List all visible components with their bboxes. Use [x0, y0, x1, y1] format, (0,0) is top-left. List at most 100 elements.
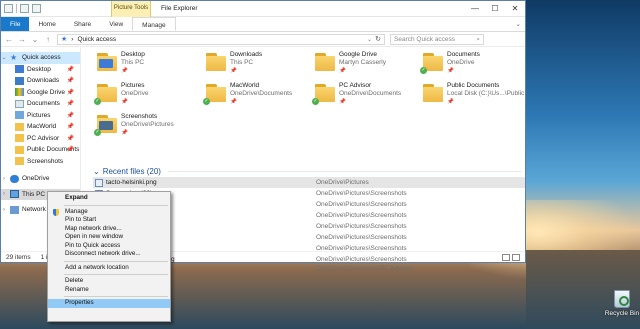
- forward-arrow-icon[interactable]: →: [18, 35, 26, 44]
- quick-item-pc-advisor[interactable]: ✓ PC Advisor OneDrive\Documents 📌: [312, 82, 419, 112]
- menu-item-label: Manage: [65, 207, 88, 215]
- expand-arrow-icon[interactable]: ›: [1, 207, 7, 213]
- nav-item-downloads[interactable]: Downloads 📌: [1, 75, 80, 87]
- menu-item-map-network-drive[interactable]: Map network drive...: [48, 225, 170, 234]
- recent-locations-icon[interactable]: ⌄: [31, 35, 39, 44]
- file-name: tacto-helsinki.png: [106, 179, 157, 186]
- pin-icon: 📌: [66, 78, 74, 85]
- nav-item-desktop[interactable]: Desktop 📌: [1, 64, 80, 76]
- maximize-button[interactable]: ☐: [485, 1, 505, 17]
- menu-item-expand[interactable]: Expand: [48, 194, 170, 203]
- address-field[interactable]: ★ › Quick access ⌄ ↻: [57, 33, 385, 45]
- quick-item-location: Local Disk (C:)\Us...\Public: [447, 90, 525, 97]
- tab-home[interactable]: Home: [29, 17, 64, 31]
- sync-check-icon: ✓: [420, 67, 427, 74]
- pin-icon: 📌: [66, 89, 74, 96]
- collapse-arrow-icon[interactable]: ⌄: [1, 54, 7, 61]
- menu-item-properties[interactable]: Properties: [48, 299, 170, 308]
- nav-onedrive[interactable]: › OneDrive: [1, 173, 80, 185]
- customize-toolbar-icon[interactable]: [32, 4, 41, 13]
- menu-separator: [64, 260, 168, 262]
- properties-icon[interactable]: [4, 4, 13, 13]
- quick-item-location: OneDrive\Documents: [339, 90, 402, 97]
- nav-onedrive-label: OneDrive: [22, 175, 50, 183]
- quick-item-macworld[interactable]: ✓ MacWorld OneDrive\Documents 📌: [203, 82, 310, 112]
- nav-item-pictures[interactable]: Pictures 📌: [1, 110, 80, 122]
- nav-item-screenshots[interactable]: Screenshots: [1, 156, 80, 168]
- pin-icon: 📌: [66, 66, 74, 73]
- menu-item-manage[interactable]: Manage: [48, 208, 170, 217]
- expand-ribbon-button[interactable]: ⌄: [512, 17, 525, 31]
- folder-icon: [15, 122, 24, 131]
- breadcrumb-quick-access[interactable]: Quick access: [77, 36, 116, 43]
- quick-access-star-icon: ★: [61, 36, 68, 43]
- downloads-folder-icon: [15, 76, 24, 85]
- quick-item-pictures[interactable]: ✓ Pictures OneDrive 📌: [94, 82, 201, 112]
- quick-item-desktop[interactable]: Desktop This PC 📌: [97, 51, 201, 81]
- quick-item-screenshots[interactable]: ✓ Screenshots OneDrive\Pictures 📌: [94, 113, 201, 143]
- search-icon: ⌕: [476, 35, 480, 43]
- up-arrow-icon[interactable]: ↑: [44, 35, 52, 44]
- tab-manage[interactable]: Manage: [132, 17, 176, 31]
- nav-quick-access[interactable]: ⌄ ★ Quick access: [1, 52, 80, 64]
- menu-item-open-new-window[interactable]: Open in new window: [48, 233, 170, 242]
- context-menu: Expand Manage Pin to Start Map network d…: [47, 191, 171, 322]
- details-view-icon[interactable]: [502, 254, 510, 261]
- tab-file[interactable]: File: [1, 17, 30, 31]
- nav-item-label: PC Advisor: [27, 134, 60, 142]
- quick-item-name: Documents: [447, 51, 480, 58]
- large-icons-view-icon[interactable]: [512, 254, 520, 261]
- nav-item-label: Screenshots: [27, 157, 64, 165]
- quick-item-documents[interactable]: ✓ Documents OneDrive 📌: [420, 51, 527, 81]
- back-arrow-icon[interactable]: ←: [5, 35, 13, 44]
- nav-quick-access-label: Quick access: [22, 54, 61, 62]
- close-button[interactable]: ✕: [505, 1, 525, 17]
- recycle-bin-shortcut[interactable]: Recycle Bin: [604, 290, 640, 317]
- expand-arrow-icon[interactable]: ›: [1, 191, 7, 197]
- quick-item-google-drive[interactable]: Google Drive Martyn Casserly 📌: [315, 51, 419, 81]
- nav-item-google-drive[interactable]: Google Drive 📌: [1, 87, 80, 99]
- recent-files-header[interactable]: ⌄ Recent files (20): [93, 165, 525, 177]
- nav-item-pc-advisor[interactable]: PC Advisor 📌: [1, 133, 80, 145]
- menu-separator: [64, 204, 168, 206]
- menu-item-rename[interactable]: Rename: [48, 286, 170, 295]
- breadcrumb-separator: ›: [71, 35, 74, 43]
- google-drive-folder-icon: [315, 53, 335, 71]
- folder-icon: [15, 145, 24, 154]
- pin-icon: 📌: [339, 99, 346, 105]
- minimize-button[interactable]: —: [465, 1, 485, 17]
- quick-item-location: This PC: [121, 59, 145, 66]
- address-dropdown-icon[interactable]: ⌄: [367, 36, 372, 43]
- new-folder-icon[interactable]: [20, 4, 29, 13]
- search-input[interactable]: Search Quick access ⌕: [390, 33, 484, 45]
- address-bar-row: ← → ⌄ ↑ ★ › Quick access ⌄ ↻ Search Quic…: [1, 32, 525, 47]
- quick-item-downloads[interactable]: Downloads This PC 📌: [206, 51, 310, 81]
- folder-icon: [15, 157, 24, 166]
- documents-folder-icon: ✓: [420, 53, 443, 74]
- quick-item-name: PC Advisor: [339, 82, 372, 89]
- expand-arrow-icon[interactable]: ›: [1, 176, 7, 182]
- star-icon: ★: [10, 52, 18, 62]
- nav-network-label: Network: [22, 206, 46, 214]
- menu-item-disconnect-network-drive[interactable]: Disconnect network drive...: [48, 250, 170, 259]
- quick-item-location: Martyn Casserly: [339, 59, 386, 66]
- nav-item-label: MacWorld: [27, 123, 57, 131]
- nav-item-public-documents[interactable]: Public Documents 📌: [1, 144, 80, 156]
- refresh-icon[interactable]: ↻: [375, 35, 381, 43]
- sync-check-icon: ✓: [94, 98, 101, 105]
- pin-icon: 📌: [447, 68, 454, 74]
- menu-item-delete[interactable]: Delete: [48, 277, 170, 286]
- menu-item-pin-quick-access[interactable]: Pin to Quick access: [48, 242, 170, 251]
- nav-item-macworld[interactable]: MacWorld 📌: [1, 121, 80, 133]
- menu-item-add-network-location[interactable]: Add a network location: [48, 264, 170, 273]
- tab-view[interactable]: View: [100, 17, 132, 31]
- file-location: OneDrive\Pictures\Screenshots: [316, 190, 407, 197]
- nav-item-documents[interactable]: Documents 📌: [1, 98, 80, 110]
- menu-separator: [64, 274, 168, 275]
- recent-file-row[interactable]: tacto-helsinki.png OneDrive\Pictures: [93, 177, 525, 188]
- picture-tools-tab-group: Picture Tools: [111, 1, 151, 17]
- tab-share[interactable]: Share: [65, 17, 100, 31]
- quick-item-public-documents[interactable]: Public Documents Local Disk (C:)\Us...\Pu…: [423, 82, 527, 112]
- menu-item-pin-to-start[interactable]: Pin to Start: [48, 216, 170, 225]
- pin-icon: 📌: [447, 99, 454, 105]
